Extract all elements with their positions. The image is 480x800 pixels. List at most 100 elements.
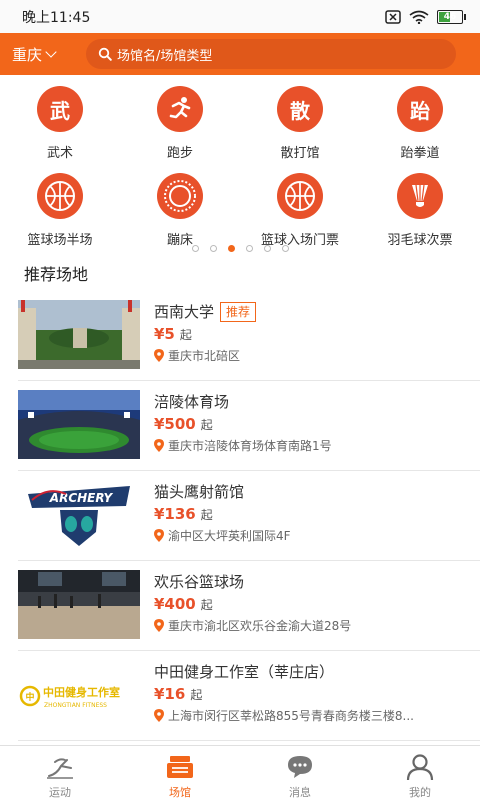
taekwondo-icon: 跆 [397, 86, 443, 132]
tab-label: 场馆 [169, 786, 191, 799]
sanda-icon: 散 [277, 86, 323, 132]
location-pin-icon [154, 529, 164, 542]
category-label: 跆拳道 [400, 146, 440, 161]
tab-venue[interactable]: 场馆 [120, 746, 240, 800]
archery-logo-text: ARCHERY [49, 491, 114, 505]
venue-info: 猫头鹰射箭馆 ¥136 起 渝中区大坪英利国际4F [154, 481, 462, 544]
pager-dot-active[interactable] [227, 245, 235, 252]
search-icon [98, 47, 112, 61]
venue-image [18, 390, 140, 459]
venue-address: 重庆市北碚区 [168, 349, 241, 363]
venue-image: 中 中田健身工作室 ZHONGTIAN FITNESS [18, 660, 140, 729]
pager-dot[interactable] [209, 245, 217, 252]
venue-name: 中田健身工作室（莘庄店） [154, 663, 335, 681]
location-pin-icon [154, 349, 164, 362]
price-unit: 起 [200, 418, 213, 432]
venue-info: 西南大学 推荐 ¥5 起 重庆市北碚区 [154, 301, 462, 364]
tab-profile[interactable]: 我的 [360, 746, 480, 800]
bottom-tab-bar: 运动 场馆 消息 我的 [0, 745, 480, 800]
location-pin-icon [154, 709, 164, 722]
price-amount: ¥5 [154, 325, 175, 343]
tab-label: 我的 [409, 786, 431, 799]
trampoline-icon [157, 173, 203, 219]
category-sanda[interactable]: 散 散打馆 [240, 86, 360, 161]
venue-name: 猫头鹰射箭馆 [154, 483, 245, 501]
sport-icon [45, 752, 75, 781]
venue-name: 西南大学 [154, 303, 215, 321]
recommend-badge: 推荐 [220, 301, 257, 322]
basketball-ticket-icon [277, 173, 323, 219]
venue-list: 西南大学 推荐 ¥5 起 重庆市北碚区 涪陵体育场 ¥500 起 重庆市涪陵体育场体育… [0, 291, 480, 741]
venue-info: 欢乐谷篮球场 ¥400 起 重庆市渝北区欢乐谷金渝大道28号 [154, 571, 462, 634]
venue-item[interactable]: 西南大学 推荐 ¥5 起 重庆市北碚区 [18, 291, 480, 381]
venue-price: ¥400 起 [154, 595, 462, 613]
venue-price: ¥16 起 [154, 685, 462, 703]
price-amount: ¥16 [154, 685, 186, 703]
venue-price: ¥500 起 [154, 415, 462, 433]
category-running[interactable]: 跑步 [120, 86, 240, 161]
status-bar: 晚上11:45 46 [0, 0, 480, 33]
venue-item[interactable]: 欢乐谷篮球场 ¥400 起 重庆市渝北区欢乐谷金渝大道28号 [18, 561, 480, 651]
category-label: 散打馆 [280, 146, 320, 161]
tab-label: 消息 [289, 786, 311, 799]
venue-icon [165, 752, 195, 781]
wushu-icon: 武 [37, 86, 83, 132]
category-trampoline[interactable]: 蹦床 [120, 173, 240, 248]
badminton-icon [397, 173, 443, 219]
battery-level: 46 [443, 11, 457, 22]
price-amount: ¥136 [154, 505, 196, 523]
status-time: 晚上11:45 [22, 9, 91, 26]
venue-name: 涪陵体育场 [154, 393, 230, 411]
category-grid: 武 武术 跑步 散 散打馆 跆 跆拳道 篮球场半场 蹦床 篮球入场门票 羽毛球次… [0, 78, 480, 248]
category-badminton[interactable]: 羽毛球次票 [360, 173, 480, 248]
category-taekwondo[interactable]: 跆 跆拳道 [360, 86, 480, 161]
category-label: 跑步 [166, 146, 193, 161]
tab-sport[interactable]: 运动 [0, 746, 120, 800]
svg-text:中: 中 [25, 691, 34, 703]
pager-dot[interactable] [281, 245, 289, 252]
price-amount: ¥400 [154, 595, 196, 613]
profile-icon [405, 752, 435, 781]
price-amount: ¥500 [154, 415, 196, 433]
pager-dots [0, 245, 480, 252]
venue-address: 重庆市涪陵体育场体育南路1号 [168, 439, 332, 453]
mute-icon [385, 9, 401, 24]
pager-dot[interactable] [191, 245, 199, 252]
category-wushu[interactable]: 武 武术 [0, 86, 120, 161]
pager-dot[interactable] [245, 245, 253, 252]
price-unit: 起 [190, 688, 203, 702]
chevron-down-icon [45, 45, 57, 58]
status-icons: 46 [385, 9, 466, 24]
city-label: 重庆 [12, 45, 43, 64]
pager-dot[interactable] [263, 245, 271, 252]
category-basketball-ticket[interactable]: 篮球入场门票 [240, 173, 360, 248]
venue-info: 中田健身工作室（莘庄店） ¥16 起 上海市闵行区莘松路855号青春商务楼三楼8.… [154, 661, 462, 724]
section-title: 推荐场地 [24, 265, 89, 284]
venue-name: 欢乐谷篮球场 [154, 573, 245, 591]
category-basketball-half[interactable]: 篮球场半场 [0, 173, 120, 248]
zhongtian-logo-subtext: ZHONGTIAN FITNESS [44, 702, 107, 709]
venue-item[interactable]: 中 中田健身工作室 ZHONGTIAN FITNESS 中田健身工作室（莘庄店）… [18, 651, 480, 741]
search-input[interactable]: 场馆名/场馆类型 [86, 39, 456, 69]
location-pin-icon [154, 619, 164, 632]
venue-info: 涪陵体育场 ¥500 起 重庆市涪陵体育场体育南路1号 [154, 391, 462, 454]
tab-label: 运动 [49, 786, 71, 799]
wifi-icon [409, 10, 429, 24]
search-placeholder: 场馆名/场馆类型 [117, 48, 213, 64]
venue-item[interactable]: ARCHERY 猫头鹰射箭馆 ¥136 起 渝中区大坪英利国际4F [18, 471, 480, 561]
tab-message[interactable]: 消息 [240, 746, 360, 800]
price-unit: 起 [200, 598, 213, 612]
venue-address: 重庆市渝北区欢乐谷金渝大道28号 [168, 619, 352, 633]
venue-price: ¥136 起 [154, 505, 462, 523]
venue-image: ARCHERY [18, 480, 140, 549]
venue-price: ¥5 起 [154, 325, 462, 343]
category-label: 武术 [46, 146, 73, 161]
city-selector[interactable]: 重庆 [12, 44, 74, 65]
running-icon [157, 86, 203, 132]
location-pin-icon [154, 439, 164, 452]
venue-address: 渝中区大坪英利国际4F [168, 529, 291, 543]
venue-item[interactable]: 涪陵体育场 ¥500 起 重庆市涪陵体育场体育南路1号 [18, 381, 480, 471]
venue-address: 上海市闵行区莘松路855号青春商务楼三楼8... [168, 709, 414, 723]
battery-icon: 46 [437, 9, 466, 24]
message-icon [285, 752, 315, 781]
